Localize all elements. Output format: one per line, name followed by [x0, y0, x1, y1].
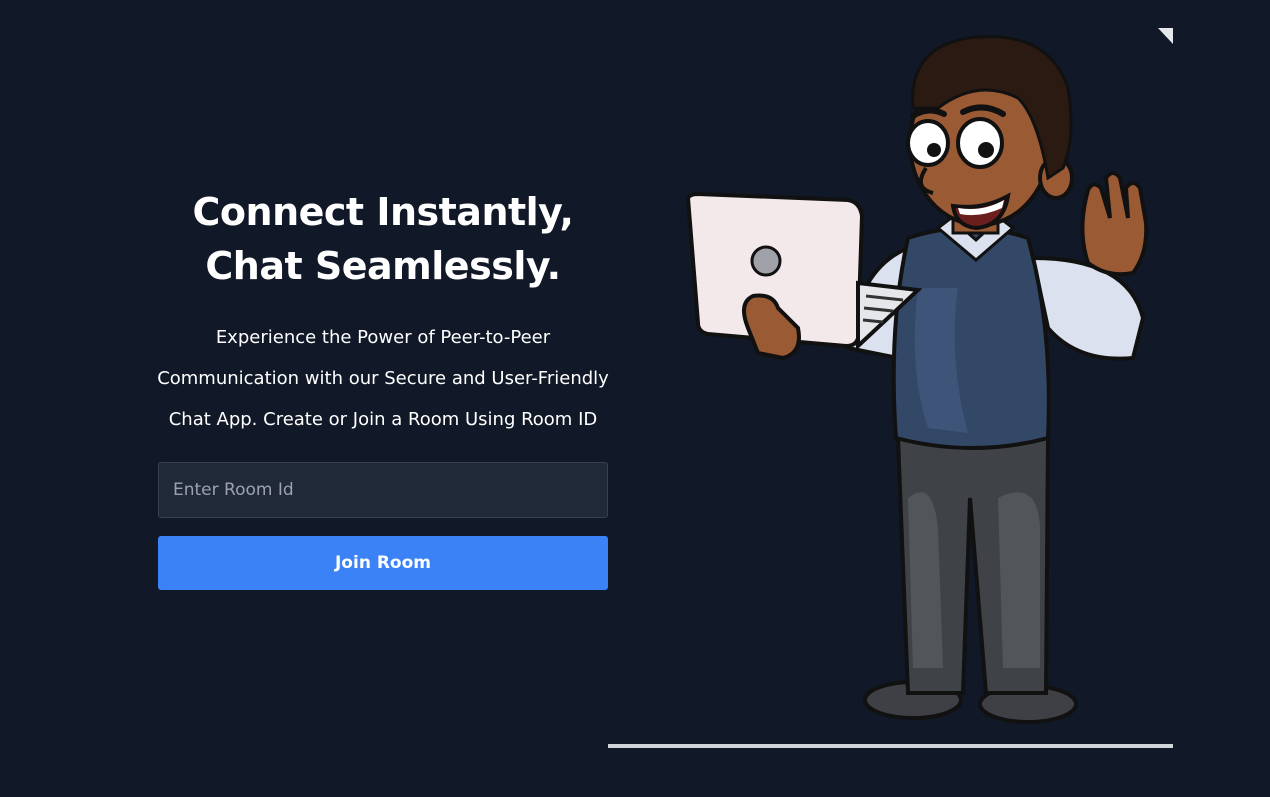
laptop-logo [750, 245, 782, 277]
floor-line [608, 744, 1173, 748]
description-line-3: Chat App. Create or Join a Room Using Ro… [168, 409, 598, 430]
hero-section: Connect Instantly, Chat Seamlessly. Expe… [150, 185, 616, 440]
corner-mark [1158, 28, 1173, 44]
headline-line-1: Connect Instantly, [192, 190, 574, 234]
left-eye [906, 119, 950, 167]
left-pupil [927, 143, 941, 157]
headline-line-2: Chat Seamlessly. [205, 244, 561, 288]
landing-page: Connect Instantly, Chat Seamlessly. Expe… [0, 0, 1270, 797]
waving-hand [1080, 171, 1149, 277]
hero-description: Experience the Power of Peer-to-Peer Com… [150, 317, 616, 440]
description-line-2: Communication with our Secure and User-F… [157, 368, 609, 389]
pants-highlight-right [998, 492, 1040, 668]
page-title: Connect Instantly, Chat Seamlessly. [150, 185, 616, 293]
right-pupil [978, 142, 994, 158]
description-line-1: Experience the Power of Peer-to-Peer [215, 327, 551, 348]
right-eye [956, 117, 1004, 169]
man-with-laptop-illustration [608, 28, 1173, 748]
room-id-input[interactable] [158, 462, 608, 518]
join-room-button[interactable]: Join Room [158, 536, 608, 590]
